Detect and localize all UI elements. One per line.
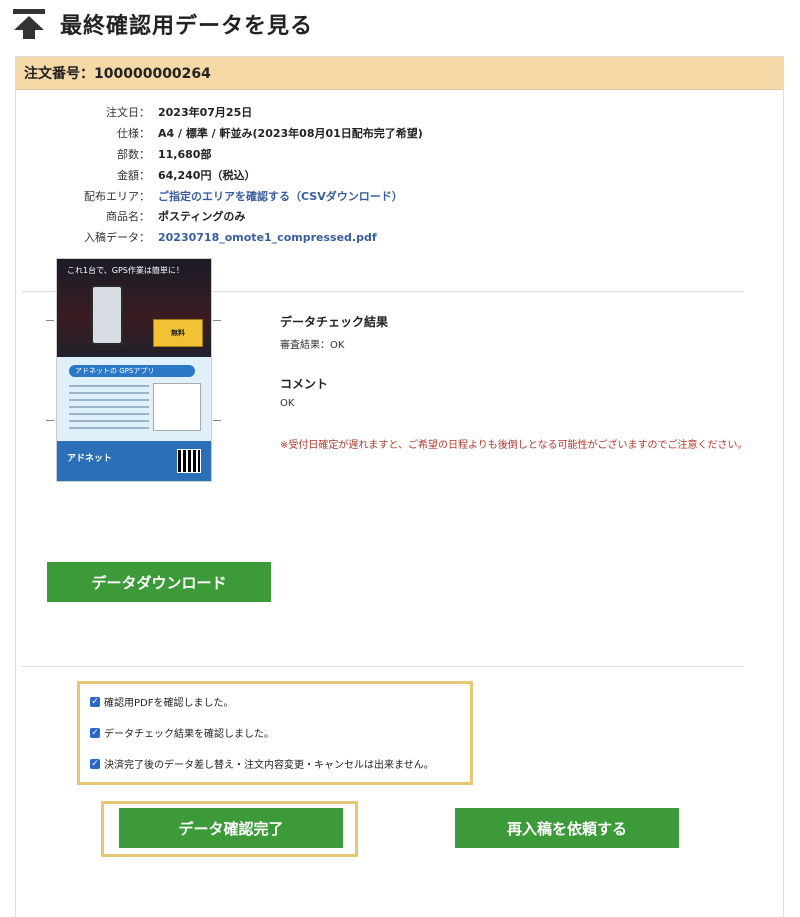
detail-label: 金額： (117, 169, 150, 182)
crop-mark (213, 320, 221, 321)
checkbox-result-confirmed[interactable]: ✓ データチェック結果を確認しました。 (90, 725, 274, 740)
check-result-title: データチェック結果 (280, 315, 389, 329)
checkbox-label: 確認用PDFを確認しました。 (104, 698, 234, 709)
check-result-section: データチェック結果 審査結果：OK (280, 313, 388, 351)
flyer-middle-section: アドネットの GPSアプリ (57, 357, 211, 441)
pdf-preview-thumbnail[interactable]: これ1台で、GPS作業は簡単に！ 無料 アドネットの GPSアプリ アドネット (56, 258, 212, 482)
flyer-pill: アドネットの GPSアプリ (69, 365, 195, 377)
flyer-logo: アドネット (67, 454, 113, 464)
detail-value: 2023年07月25日 (158, 106, 253, 119)
comment-value: OK (280, 398, 295, 409)
order-number-bar: 注文番号：100000000264 (16, 57, 783, 90)
warning-text: ※受付日確定が遅れますと、ご希望の日程よりも後倒しとなる可能性がございますのでご… (280, 440, 748, 451)
qr-code-image (177, 449, 201, 473)
data-confirm-button[interactable]: データ確認完了 (119, 808, 343, 848)
flyer-text-lines (69, 385, 149, 429)
comment-section: コメント OK (280, 375, 328, 409)
detail-link[interactable]: 20230718_omote1_compressed.pdf (158, 231, 377, 245)
resubmit-request-button[interactable]: 再入稿を依頼する (455, 808, 679, 848)
flyer-badge: 無料 (153, 319, 203, 347)
check-result-value: 審査結果：OK (280, 340, 345, 351)
page-title: 最終確認用データを見る (60, 14, 314, 39)
detail-value: A4 / 標準 / 軒並み(2023年08月01日配布完了希望) (158, 127, 423, 140)
divider (22, 666, 744, 667)
detail-value: 64,240円（税込） (158, 169, 256, 182)
checkbox-checked-icon[interactable]: ✓ (90, 727, 100, 738)
detail-value: 11,680部 (158, 148, 212, 161)
confirmation-checklist: ✓ 確認用PDFを確認しました。 ✓ データチェック結果を確認しました。 ✓ 決… (77, 681, 473, 785)
phone-image (91, 285, 123, 345)
checkbox-checked-icon[interactable]: ✓ (90, 696, 100, 707)
flyer-bottom-section: アドネット (57, 441, 211, 481)
detail-link[interactable]: ご指定のエリアを確認する（CSVダウンロード） (158, 190, 403, 204)
checkbox-checked-icon[interactable]: ✓ (90, 758, 100, 769)
data-download-button[interactable]: データダウンロード (47, 562, 271, 602)
detail-label: 仕様： (117, 127, 150, 140)
checkbox-no-change-agreed[interactable]: ✓ 決済完了後のデータ差し替え・注文内容変更・キャンセルは出来ません。 (90, 756, 434, 771)
crop-mark (46, 420, 54, 421)
detail-label: 注文日： (106, 106, 150, 119)
detail-label: 配布エリア： (84, 190, 150, 203)
checkbox-label: 決済完了後のデータ差し替え・注文内容変更・キャンセルは出来ません。 (104, 760, 434, 771)
comment-title: コメント (280, 377, 329, 391)
page-header: 最終確認用データを見る (12, 6, 313, 42)
flyer-headline: これ1台で、GPS作業は簡単に！ (67, 266, 184, 275)
flyer-top-section: これ1台で、GPS作業は簡単に！ 無料 (57, 259, 211, 357)
up-arrow-icon[interactable] (12, 8, 46, 40)
detail-label: 入稿データ： (84, 231, 150, 244)
checkbox-pdf-confirmed[interactable]: ✓ 確認用PDFを確認しました。 (90, 694, 233, 709)
order-card: 注文番号：100000000264 (15, 56, 784, 917)
crop-mark (213, 420, 221, 421)
detail-label: 商品名： (106, 210, 150, 223)
detail-value: ポスティングのみ (158, 210, 246, 223)
detail-label: 部数： (117, 148, 150, 161)
flyer-map-image (153, 383, 201, 431)
checkbox-label: データチェック結果を確認しました。 (104, 729, 274, 740)
crop-mark (46, 320, 54, 321)
